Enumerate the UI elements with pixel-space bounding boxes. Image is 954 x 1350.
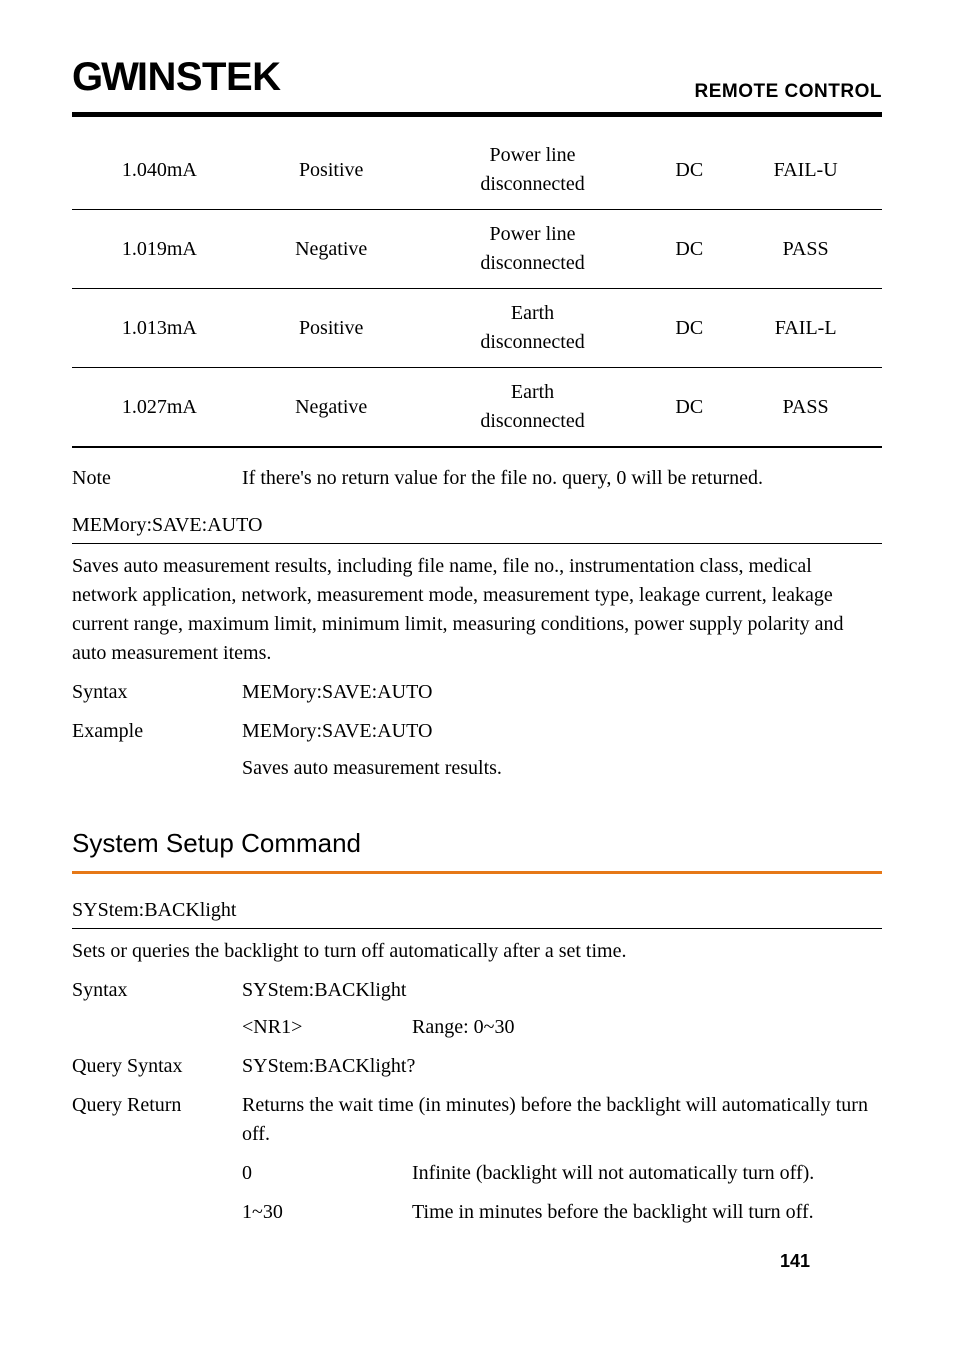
syntax-label: Syntax xyxy=(72,976,242,1042)
backlight-description: Sets or queries the backlight to turn of… xyxy=(72,937,882,966)
syntax-row: Syntax MEMory:SAVE:AUTO xyxy=(72,678,882,707)
query-syntax-row: Query Syntax SYStem:BACKlight? xyxy=(72,1052,882,1081)
memory-save-heading: MEMory:SAVE:AUTO xyxy=(72,511,882,544)
cell-polarity: Positive xyxy=(247,131,416,210)
cell-value: 1.040mA xyxy=(72,131,247,210)
cell-value: 1.027mA xyxy=(72,368,247,448)
option-range-text: Time in minutes before the backlight wil… xyxy=(412,1198,882,1227)
note-text: If there's no return value for the file … xyxy=(242,464,882,493)
note-label: Note xyxy=(72,464,242,493)
cell-condition: Power linedisconnected xyxy=(416,131,650,210)
example-row: Example MEMory:SAVE:AUTO Saves auto meas… xyxy=(72,717,882,783)
cell-result: PASS xyxy=(729,210,882,289)
cell-polarity: Negative xyxy=(247,210,416,289)
syntax-value: MEMory:SAVE:AUTO xyxy=(242,678,882,707)
logo-instek-text: INSTEK xyxy=(137,48,281,106)
cell-polarity: Positive xyxy=(247,289,416,368)
example-command: MEMory:SAVE:AUTO xyxy=(242,717,882,746)
option-range-label: 1~30 xyxy=(242,1198,412,1227)
cell-result: PASS xyxy=(729,368,882,448)
query-syntax-value: SYStem:BACKlight? xyxy=(242,1052,882,1081)
section-title: REMOTE CONTROL xyxy=(695,78,883,106)
system-setup-heading: System Setup Command xyxy=(72,825,882,874)
backlight-syntax-command: SYStem:BACKlight xyxy=(242,976,882,1005)
table-row: 1.013mA Positive Earthdisconnected DC FA… xyxy=(72,289,882,368)
cell-condition: Earthdisconnected xyxy=(416,368,650,448)
cell-result: FAIL-L xyxy=(729,289,882,368)
backlight-syntax-row: Syntax SYStem:BACKlight <NR1> Range: 0~3… xyxy=(72,976,882,1042)
backlight-heading: SYStem:BACKlight xyxy=(72,896,882,929)
option-zero-label: 0 xyxy=(242,1159,412,1188)
cell-mode: DC xyxy=(649,131,729,210)
cell-polarity: Negative xyxy=(247,368,416,448)
example-label: Example xyxy=(72,717,242,783)
query-return-description: Returns the wait time (in minutes) befor… xyxy=(242,1091,882,1149)
memory-save-description: Saves auto measurement results, includin… xyxy=(72,552,882,668)
measurement-table: 1.040mA Positive Power linedisconnected … xyxy=(72,131,882,448)
example-description: Saves auto measurement results. xyxy=(242,754,882,783)
cell-result: FAIL-U xyxy=(729,131,882,210)
syntax-label: Syntax xyxy=(72,678,242,707)
cell-condition: Power linedisconnected xyxy=(416,210,650,289)
query-syntax-label: Query Syntax xyxy=(72,1052,242,1081)
cell-mode: DC xyxy=(649,289,729,368)
brand-logo: GW INSTEK xyxy=(72,48,281,106)
table-row: 1.027mA Negative Earthdisconnected DC PA… xyxy=(72,368,882,448)
nr1-label: <NR1> xyxy=(242,1013,412,1042)
query-return-label: Query Return xyxy=(72,1091,242,1227)
logo-gw-text: GW xyxy=(72,48,137,106)
note-block: Note If there's no return value for the … xyxy=(72,458,882,493)
table-row: 1.019mA Negative Power linedisconnected … xyxy=(72,210,882,289)
query-return-row: Query Return Returns the wait time (in m… xyxy=(72,1091,882,1227)
page-header: GW INSTEK REMOTE CONTROL xyxy=(72,48,882,117)
nr1-range: Range: 0~30 xyxy=(412,1013,882,1042)
cell-condition: Earthdisconnected xyxy=(416,289,650,368)
query-return-value: Returns the wait time (in minutes) befor… xyxy=(242,1091,882,1227)
cell-mode: DC xyxy=(649,368,729,448)
example-value: MEMory:SAVE:AUTO Saves auto measurement … xyxy=(242,717,882,783)
cell-mode: DC xyxy=(649,210,729,289)
table-row: 1.040mA Positive Power linedisconnected … xyxy=(72,131,882,210)
page-number: 141 xyxy=(780,1248,810,1274)
option-zero-text: Infinite (backlight will not automatical… xyxy=(412,1159,882,1188)
syntax-value: SYStem:BACKlight <NR1> Range: 0~30 xyxy=(242,976,882,1042)
cell-value: 1.019mA xyxy=(72,210,247,289)
cell-value: 1.013mA xyxy=(72,289,247,368)
